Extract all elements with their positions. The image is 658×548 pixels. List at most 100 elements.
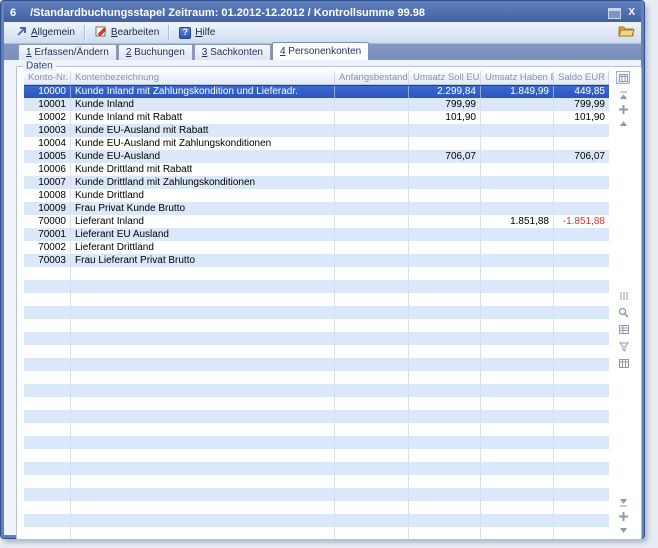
column-header-bezeichnung[interactable]: Kontenbezeichnung — [71, 71, 335, 84]
cell-saldo — [554, 254, 609, 267]
scroll-up-icon[interactable] — [618, 118, 629, 129]
help-icon: ? — [179, 27, 191, 39]
tab-erfassen-ändern[interactable]: 1 Erfassen/Ändern — [18, 44, 117, 60]
toolbar-button-allgemein[interactable]: Allgemein — [10, 24, 81, 42]
cell-anfangsbestand — [335, 98, 409, 111]
scroll-down-icon[interactable] — [618, 525, 629, 536]
column-header-saldo[interactable]: Saldo EUR — [554, 71, 609, 84]
cell-konto — [24, 358, 71, 371]
table-empty-row[interactable] — [24, 410, 609, 423]
cell-soll — [409, 215, 481, 228]
crosshair-icon[interactable] — [618, 511, 629, 522]
table-empty-row[interactable] — [24, 436, 609, 449]
cell-konto: 10008 — [24, 189, 71, 202]
table-empty-row[interactable] — [24, 514, 609, 527]
tab-personenkonten[interactable]: 4 Personenkonten — [272, 42, 369, 60]
table-row[interactable]: 10006Kunde Drittland mit Rabatt — [24, 163, 609, 176]
magnifier-icon[interactable] — [618, 307, 629, 318]
table-empty-row[interactable] — [24, 293, 609, 306]
table-empty-row[interactable] — [24, 423, 609, 436]
cell-bezeichnung — [71, 306, 335, 319]
cell-saldo — [554, 410, 609, 423]
table-empty-row[interactable] — [24, 475, 609, 488]
table-row[interactable]: 70001Lieferant EU Ausland — [24, 228, 609, 241]
close-icon[interactable]: X — [628, 8, 635, 18]
table-empty-row[interactable] — [24, 371, 609, 384]
table-row[interactable]: 10001Kunde Inland799,99799,99 — [24, 98, 609, 111]
toolbar-button-bearbeiten[interactable]: Bearbeiten — [89, 23, 165, 42]
cell-haben — [481, 241, 554, 254]
tab-sachkonten[interactable]: 3 Sachkonten — [194, 44, 271, 60]
scroll-bottom-icon[interactable] — [618, 497, 629, 508]
cell-saldo — [554, 137, 609, 150]
table-row[interactable]: 10007Kunde Drittland mit Zahlungskonditi… — [24, 176, 609, 189]
table-row[interactable]: 70002Lieferant Drittland — [24, 241, 609, 254]
table-empty-row[interactable] — [24, 527, 609, 539]
cell-soll — [409, 176, 481, 189]
cell-saldo: 799,99 — [554, 98, 609, 111]
column-header-label: Anfangsbestand EUR — [339, 71, 409, 84]
table-row[interactable]: 70003Frau Lieferant Privat Brutto — [24, 254, 609, 267]
table-empty-row[interactable] — [24, 462, 609, 475]
scroll-top-icon[interactable] — [618, 90, 629, 101]
table-row[interactable]: 10008Kunde Drittland — [24, 189, 609, 202]
table-empty-row[interactable] — [24, 280, 609, 293]
cell-bezeichnung — [71, 475, 335, 488]
table-row[interactable]: 10009Frau Privat Kunde Brutto — [24, 202, 609, 215]
table-row[interactable]: 10005Kunde EU-Ausland706,07706,07 — [24, 150, 609, 163]
folder-icon[interactable] — [618, 24, 635, 42]
cell-konto — [24, 319, 71, 332]
cell-haben — [481, 150, 554, 163]
column-header-anfangsbestand[interactable]: Anfangsbestand EUR — [335, 71, 409, 84]
table-empty-row[interactable] — [24, 345, 609, 358]
table-row[interactable]: 10000Kunde Inland mit Zahlungskondition … — [24, 85, 609, 98]
table-row[interactable]: 10002Kunde Inland mit Rabatt101,90101,90 — [24, 111, 609, 124]
table-empty-row[interactable] — [24, 332, 609, 345]
cell-haben — [481, 397, 554, 410]
column-header-konto[interactable]: Konto-Nr. — [24, 71, 71, 84]
cell-anfangsbestand — [335, 163, 409, 176]
column-header-soll[interactable]: Umsatz Soll EUR — [409, 71, 481, 84]
column-chooser-icon[interactable] — [616, 71, 630, 84]
cell-bezeichnung: Kunde Drittland — [71, 189, 335, 202]
toolbar-separator — [84, 25, 86, 41]
table-empty-row[interactable] — [24, 267, 609, 280]
cell-soll — [409, 488, 481, 501]
table-row[interactable]: 70000Lieferant Inland1.851,88-1.851,88 — [24, 215, 609, 228]
table-icon[interactable] — [618, 324, 629, 335]
table-empty-row[interactable] — [24, 306, 609, 319]
grid-icon[interactable] — [618, 358, 629, 369]
cell-haben — [481, 449, 554, 462]
cell-anfangsbestand — [335, 202, 409, 215]
funnel-icon[interactable] — [618, 341, 629, 352]
cell-anfangsbestand — [335, 86, 409, 98]
table-empty-row[interactable] — [24, 358, 609, 371]
column-header-label: Umsatz Haben EUR — [485, 71, 554, 84]
cell-anfangsbestand — [335, 228, 409, 241]
cell-anfangsbestand — [335, 501, 409, 514]
table-empty-row[interactable] — [24, 319, 609, 332]
cell-anfangsbestand — [335, 410, 409, 423]
table-empty-row[interactable] — [24, 397, 609, 410]
cell-saldo — [554, 371, 609, 384]
table-row[interactable]: 10004Kunde EU-Ausland mit Zahlungskondit… — [24, 137, 609, 150]
column-header-haben[interactable]: Umsatz Haben EUR — [481, 71, 554, 84]
cell-bezeichnung — [71, 319, 335, 332]
restore-icon[interactable] — [608, 8, 621, 19]
cell-konto — [24, 514, 71, 527]
cell-saldo: 449,85 — [554, 86, 609, 98]
crosshair-icon[interactable] — [618, 104, 629, 115]
cell-saldo — [554, 462, 609, 475]
cell-konto: 70003 — [24, 254, 71, 267]
table-empty-row[interactable] — [24, 449, 609, 462]
table-row[interactable]: 10003Kunde EU-Ausland mit Rabatt — [24, 124, 609, 137]
cell-saldo — [554, 514, 609, 527]
toolbar-button-hilfe[interactable]: ?Hilfe — [173, 25, 221, 41]
table-empty-row[interactable] — [24, 488, 609, 501]
columns-icon[interactable] — [618, 290, 629, 301]
table-empty-row[interactable] — [24, 501, 609, 514]
table-empty-row[interactable] — [24, 384, 609, 397]
cell-soll — [409, 241, 481, 254]
cell-haben — [481, 371, 554, 384]
tab-buchungen[interactable]: 2 Buchungen — [118, 44, 193, 60]
